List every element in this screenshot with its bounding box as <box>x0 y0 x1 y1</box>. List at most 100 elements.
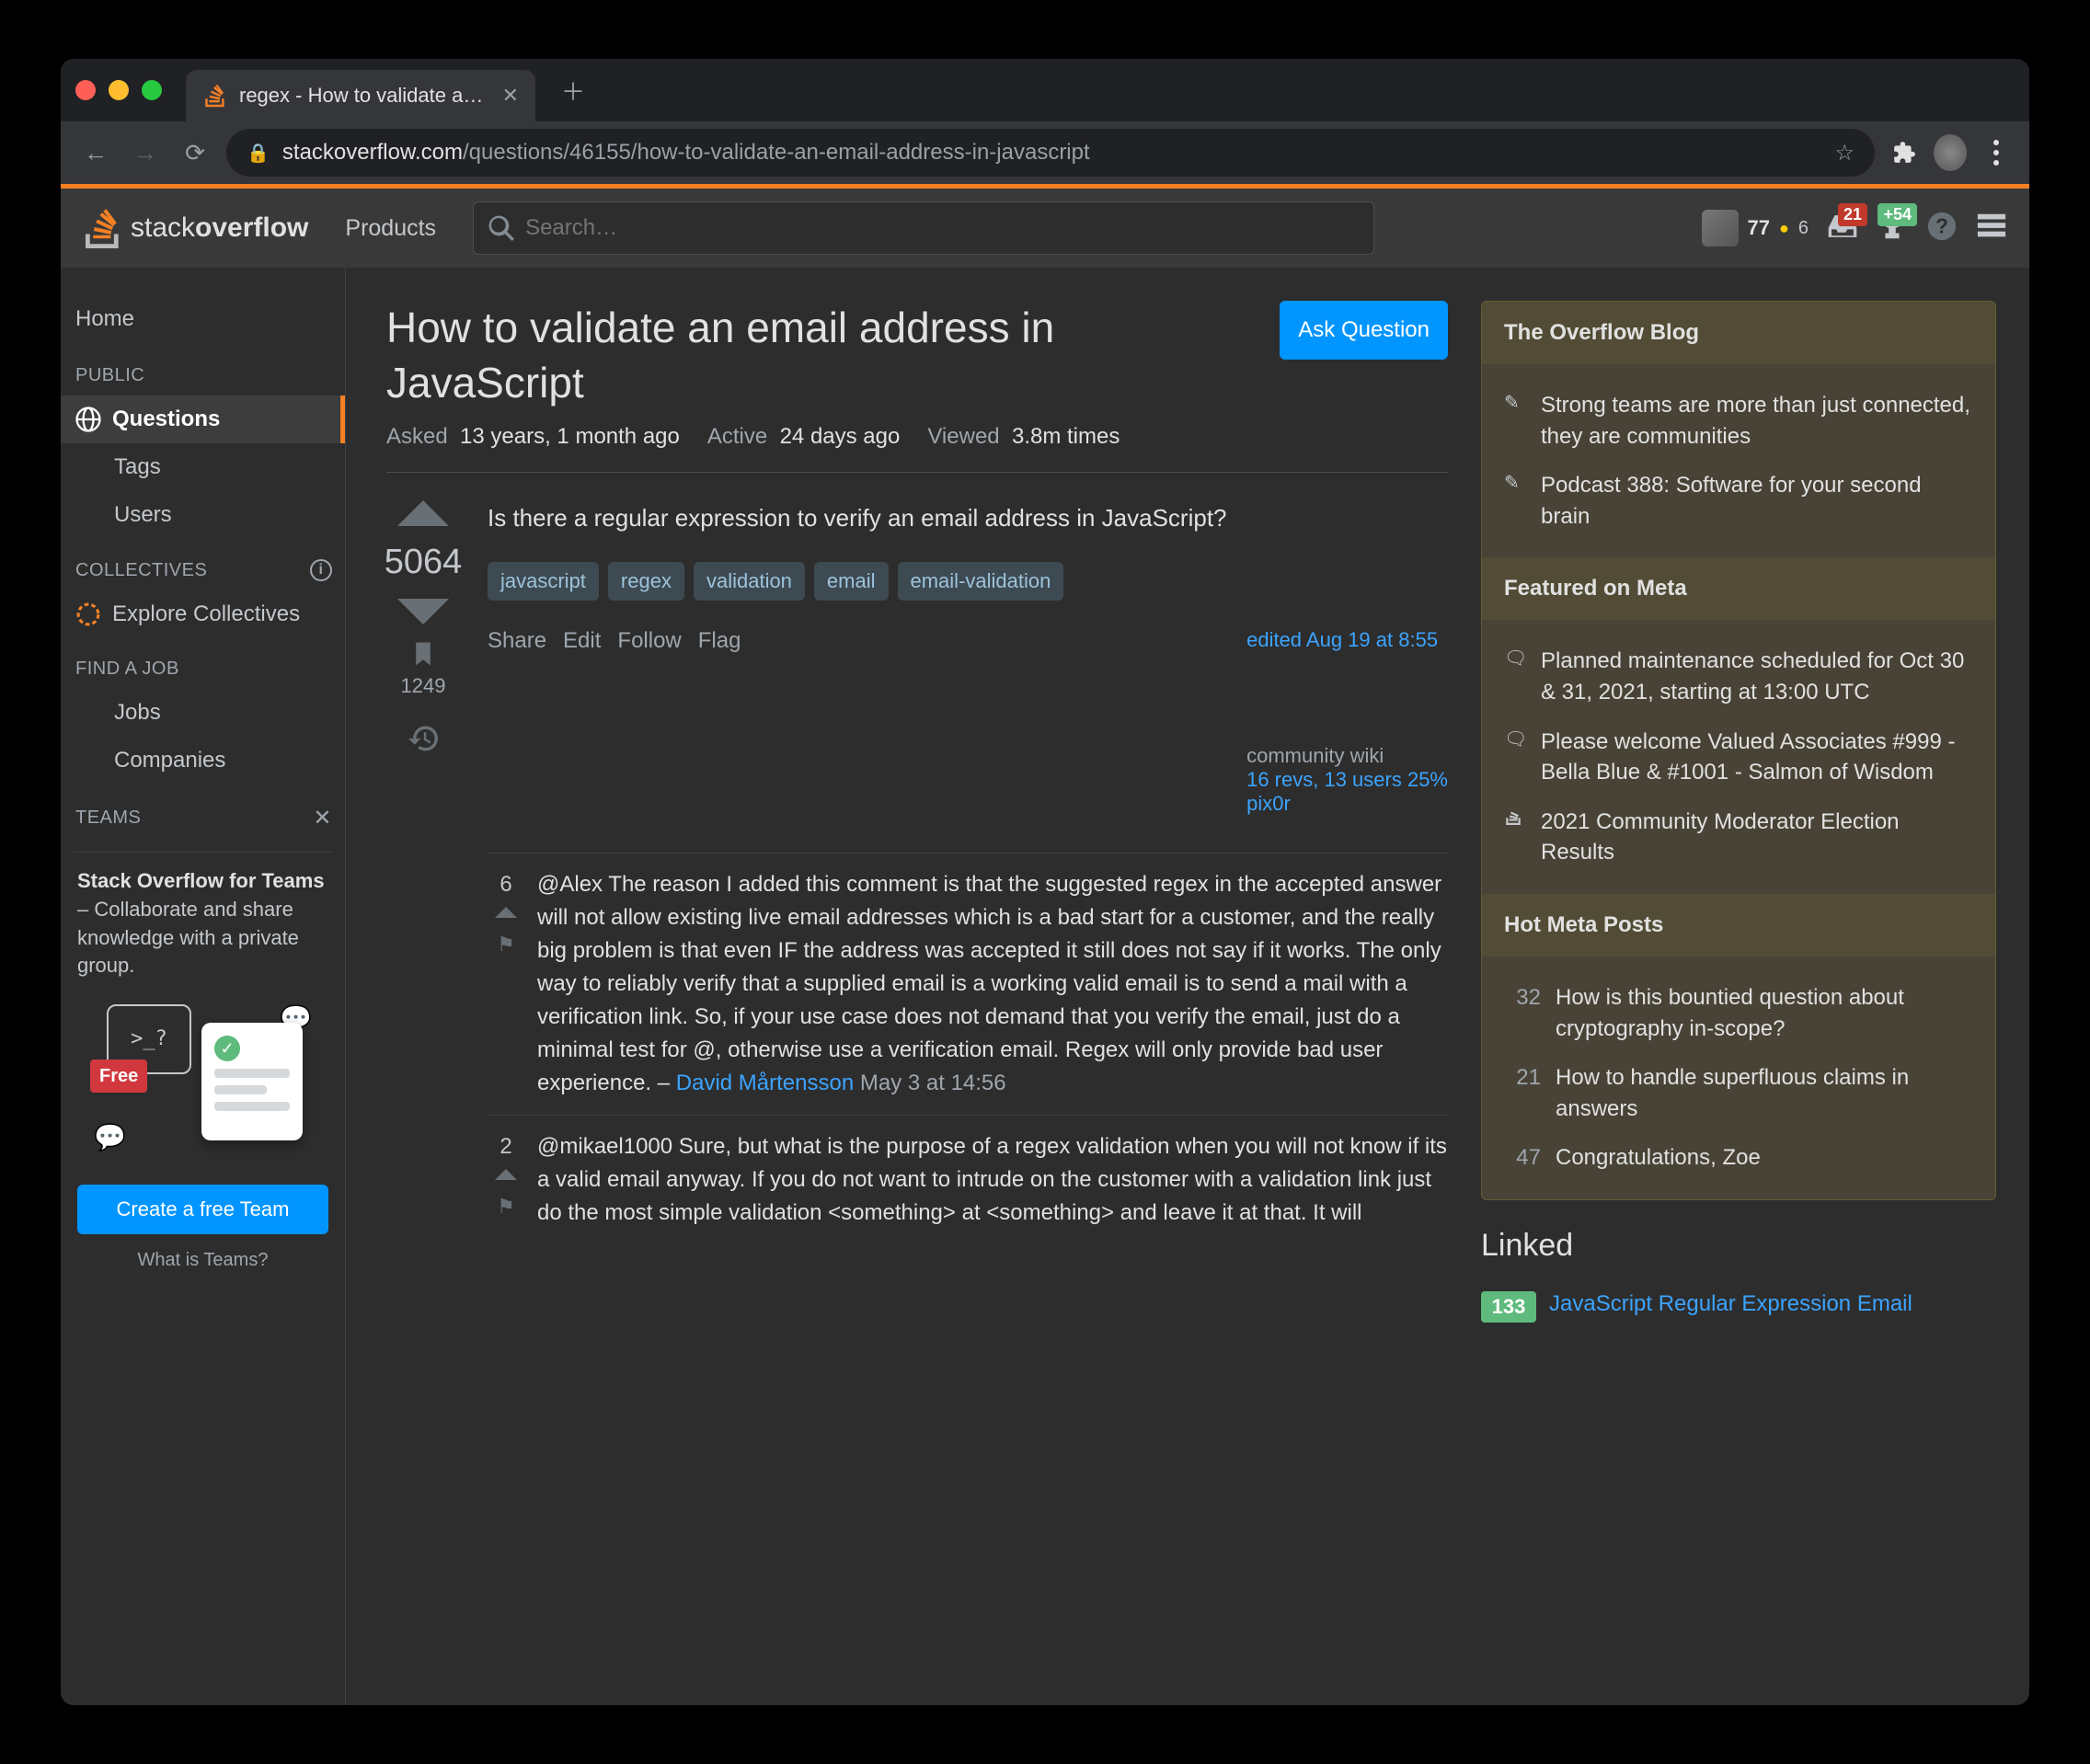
tag-list: javascript regex validation email email-… <box>488 562 1448 601</box>
search-icon <box>488 215 514 241</box>
teams-promo-card: Stack Overflow for Teams – Collaborate a… <box>74 852 332 1288</box>
search-input[interactable] <box>525 215 1359 241</box>
what-is-teams-link[interactable]: What is Teams? <box>77 1247 328 1273</box>
tag[interactable]: validation <box>694 562 805 601</box>
close-icon[interactable]: ✕ <box>313 805 332 831</box>
downvote-button[interactable] <box>397 599 449 624</box>
bookmark-button[interactable]: 1249 <box>401 641 446 698</box>
widget-header: Hot Meta Posts <box>1482 894 1995 956</box>
ask-question-button[interactable]: Ask Question <box>1280 301 1448 360</box>
widget-item[interactable]: 21How to handle superfluous claims in an… <box>1504 1053 1973 1133</box>
sidebar-home[interactable]: Home <box>61 293 345 345</box>
nav-back-icon[interactable]: ← <box>77 134 114 171</box>
tab-close-icon[interactable]: ✕ <box>502 84 519 108</box>
comment-text: @Alex The reason I added this comment is… <box>537 872 1441 1095</box>
achievements-icon[interactable]: +54 <box>1877 211 1908 246</box>
card-icon: ✓ <box>201 1023 303 1140</box>
history-icon <box>408 724 438 753</box>
browser-tab[interactable]: regex - How to validate an ema ✕ <box>186 70 535 121</box>
teams-illustration: >_? Free 💬 💬 ✓ <box>77 995 328 1161</box>
create-team-button[interactable]: Create a free Team <box>77 1185 328 1234</box>
inbox-badge: 21 <box>1838 203 1867 226</box>
comment-text: @mikael1000 Sure, but what is the purpos… <box>537 1134 1447 1225</box>
window-controls <box>75 80 173 100</box>
widget-item[interactable]: ✎Strong teams are more than just connect… <box>1504 381 1973 461</box>
tag[interactable]: regex <box>608 562 684 601</box>
stackoverflow-icon <box>1504 807 1526 868</box>
user-avatar-icon <box>1702 210 1739 246</box>
site-logo[interactable]: stackoverflow <box>83 208 308 248</box>
sidebar-companies[interactable]: Companies <box>61 737 345 785</box>
tag[interactable]: email <box>814 562 889 601</box>
chat-icon: 💬 <box>94 1119 126 1155</box>
flag-link[interactable]: Flag <box>698 628 741 654</box>
sidebar-explore-collectives[interactable]: Explore Collectives <box>61 590 345 638</box>
linked-score-badge: 133 <box>1481 1291 1536 1323</box>
revisions-link[interactable]: 16 revs, 13 users 25% <box>1246 768 1448 792</box>
extensions-icon[interactable] <box>1888 136 1921 169</box>
bookmark-count: 1249 <box>401 674 446 698</box>
comment-flag-icon[interactable]: ⚑ <box>497 929 515 959</box>
question-stats: Asked 13 years, 1 month ago Active 24 da… <box>386 424 1448 473</box>
lock-icon: 🔒 <box>247 142 270 165</box>
post-signature: edited Aug 19 at 8:55 community wiki 16 … <box>1246 628 1448 816</box>
nav-reload-icon[interactable]: ⟳ <box>177 134 213 171</box>
url-text: stackoverflow.com/questions/46155/how-to… <box>282 140 1090 166</box>
window-minimize[interactable] <box>109 80 129 100</box>
browser-menu-icon[interactable] <box>1980 136 2013 169</box>
comment-upvote[interactable] <box>495 907 517 918</box>
upvote-button[interactable] <box>397 500 449 526</box>
new-tab-button[interactable]: ＋ <box>548 66 598 115</box>
speech-icon: 🗨 <box>1504 646 1526 707</box>
tab-title: regex - How to validate an ema <box>239 84 489 108</box>
sidebar-questions[interactable]: Questions <box>61 395 345 443</box>
widget-item[interactable]: 2021 Community Moderator Election Result… <box>1504 797 1973 877</box>
sidebar-explore-collectives-label: Explore Collectives <box>112 601 300 627</box>
history-button[interactable] <box>408 724 438 757</box>
comment-score: 2 <box>500 1130 511 1163</box>
browser-chrome: regex - How to validate an ema ✕ ＋ ← → ⟳… <box>61 59 2029 184</box>
tag[interactable]: email-validation <box>898 562 1064 601</box>
teams-card-text: – Collaborate and share knowledge with a… <box>77 898 299 978</box>
bookmark-star-icon[interactable]: ☆ <box>1834 140 1855 166</box>
sidebar-tags[interactable]: Tags <box>61 443 345 491</box>
widget-item[interactable]: ✎Podcast 388: Software for your second b… <box>1504 461 1973 541</box>
comment: 2 ⚑ @mikael1000 Sure, but what is the pu… <box>488 1116 1448 1244</box>
widget-item[interactable]: 47Congratulations, Zoe <box>1504 1133 1973 1183</box>
sidebar-section-public: PUBLIC <box>61 345 345 395</box>
info-icon[interactable]: i <box>310 559 332 581</box>
follow-link[interactable]: Follow <box>617 628 681 654</box>
comment-upvote[interactable] <box>495 1169 517 1180</box>
comment-author[interactable]: David Mårtensson <box>676 1071 854 1095</box>
widget-item[interactable]: 🗨Please welcome Valued Associates #999 -… <box>1504 717 1973 797</box>
profile-avatar-icon[interactable] <box>1934 136 1967 169</box>
url-input[interactable]: 🔒 stackoverflow.com/questions/46155/how-… <box>226 129 1875 177</box>
teams-card-title: Stack Overflow for Teams <box>77 869 325 892</box>
products-link[interactable]: Products <box>330 206 451 251</box>
help-icon[interactable]: ? <box>1926 211 1958 246</box>
widget-item[interactable]: 🗨Planned maintenance scheduled for Oct 3… <box>1504 636 1973 716</box>
user-profile-chip[interactable]: 77 ● 6 <box>1702 210 1809 246</box>
inbox-icon[interactable]: 21 <box>1827 211 1858 246</box>
linked-title[interactable]: JavaScript Regular Expression Email <box>1549 1291 1912 1317</box>
window-maximize[interactable] <box>142 80 162 100</box>
comment-score: 6 <box>500 868 511 901</box>
tag[interactable]: javascript <box>488 562 599 601</box>
search-box[interactable] <box>473 201 1374 255</box>
sidebar-section-collectives: COLLECTIVESi <box>61 539 345 590</box>
comment: 6 ⚑ @Alex The reason I added this commen… <box>488 853 1448 1116</box>
widget-item[interactable]: 32How is this bountied question about cr… <box>1504 973 1973 1053</box>
linked-item[interactable]: 133 JavaScript Regular Expression Email <box>1481 1282 1996 1332</box>
edited-link[interactable]: edited Aug 19 at 8:55 <box>1246 628 1448 652</box>
topbar-user: 77 ● 6 21 +54 ? <box>1702 210 2007 246</box>
author-link[interactable]: pix0r <box>1246 792 1448 816</box>
sidebar-users[interactable]: Users <box>61 491 345 539</box>
gold-badge-count: 6 <box>1798 218 1809 239</box>
sidebar-jobs[interactable]: Jobs <box>61 689 345 737</box>
comment-flag-icon[interactable]: ⚑ <box>497 1191 515 1221</box>
site-switcher-icon[interactable] <box>1976 211 2007 246</box>
nav-forward-icon[interactable]: → <box>127 134 164 171</box>
window-close[interactable] <box>75 80 96 100</box>
edit-link[interactable]: Edit <box>563 628 601 654</box>
share-link[interactable]: Share <box>488 628 546 654</box>
